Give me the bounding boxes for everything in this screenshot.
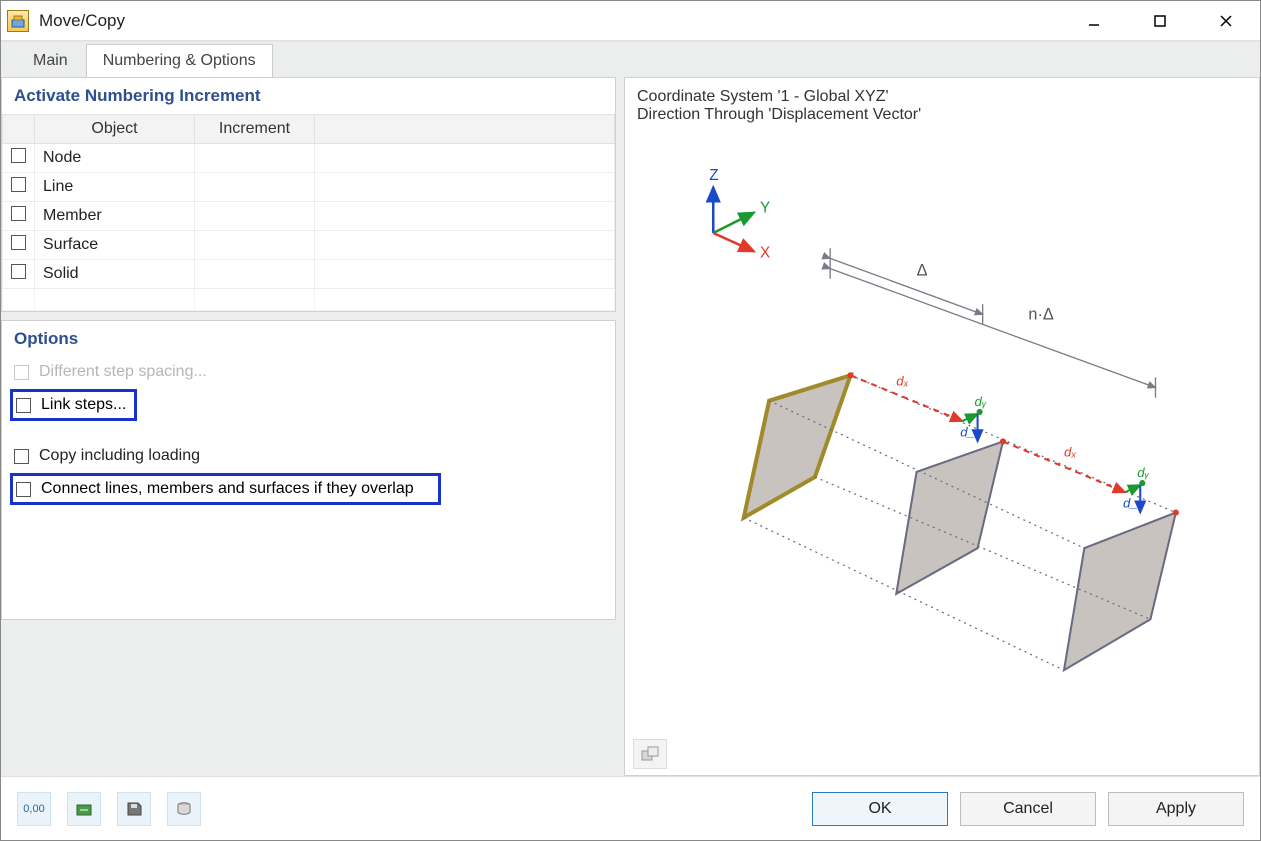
table-row: Member bbox=[3, 202, 615, 231]
shape-original bbox=[744, 375, 851, 517]
svg-text:dₓ: dₓ bbox=[1064, 445, 1076, 460]
app-icon bbox=[7, 10, 29, 32]
table-row-empty bbox=[3, 289, 615, 311]
coordinate-system-label: Coordinate System '1 - Global XYZ' bbox=[637, 88, 1247, 106]
numbering-title: Activate Numbering Increment bbox=[2, 78, 615, 114]
option-label: Connect lines, members and surfaces if t… bbox=[41, 480, 414, 498]
options-title: Options bbox=[2, 321, 615, 357]
checkbox-node[interactable] bbox=[11, 148, 26, 163]
minimize-button[interactable] bbox=[1072, 6, 1116, 36]
table-row: Solid bbox=[3, 260, 615, 289]
left-column: Activate Numbering Increment Object Incr… bbox=[1, 77, 616, 776]
options-panel: Options Different step spacing... Link s… bbox=[1, 320, 616, 620]
col-object: Object bbox=[35, 115, 195, 144]
svg-text:dᵧ: dᵧ bbox=[975, 394, 987, 409]
decimal-places-button[interactable]: 0,00 bbox=[17, 792, 51, 826]
tab-main[interactable]: Main bbox=[17, 45, 84, 77]
option-connect-overlap-highlight: Connect lines, members and surfaces if t… bbox=[10, 473, 441, 505]
tab-numbering-options[interactable]: Numbering & Options bbox=[86, 44, 273, 77]
table-row: Node bbox=[3, 144, 615, 173]
col-checkbox bbox=[3, 115, 35, 144]
cancel-button[interactable]: Cancel bbox=[960, 792, 1096, 826]
checkbox-different-step bbox=[14, 365, 29, 380]
save-icon-button[interactable] bbox=[117, 792, 151, 826]
checkbox-solid[interactable] bbox=[11, 264, 26, 279]
svg-text:dₓ: dₓ bbox=[896, 374, 908, 389]
cell-object[interactable]: Surface bbox=[35, 231, 195, 260]
checkbox-connect-overlap[interactable] bbox=[16, 482, 31, 497]
svg-text:d_z: d_z bbox=[960, 424, 982, 439]
table-row: Surface bbox=[3, 231, 615, 260]
units-button[interactable] bbox=[67, 792, 101, 826]
coordinate-triad-icon: Z Y X bbox=[709, 167, 770, 261]
preview-panel: Coordinate System '1 - Global XYZ' Direc… bbox=[624, 77, 1260, 776]
cell-object[interactable]: Node bbox=[35, 144, 195, 173]
apply-button[interactable]: Apply bbox=[1108, 792, 1244, 826]
titlebar: Move/Copy bbox=[1, 1, 1260, 41]
svg-text:X: X bbox=[760, 244, 770, 261]
checkbox-member[interactable] bbox=[11, 206, 26, 221]
option-label: Link steps... bbox=[41, 396, 126, 414]
svg-text:n·Δ: n·Δ bbox=[1028, 305, 1053, 323]
preview-tool-button[interactable] bbox=[633, 739, 667, 769]
checkbox-link-steps[interactable] bbox=[16, 398, 31, 413]
checkbox-surface[interactable] bbox=[11, 235, 26, 250]
svg-text:Y: Y bbox=[760, 200, 770, 217]
table-row: Line bbox=[3, 173, 615, 202]
option-label: Copy including loading bbox=[39, 447, 200, 465]
cell-increment[interactable] bbox=[195, 231, 315, 260]
option-copy-including-loading: Copy including loading bbox=[2, 441, 615, 471]
col-increment: Increment bbox=[195, 115, 315, 144]
option-link-steps-highlight: Link steps... bbox=[10, 389, 137, 421]
svg-text:Δ: Δ bbox=[917, 262, 928, 280]
numbering-table: Object Increment Node bbox=[2, 114, 615, 311]
checkbox-line[interactable] bbox=[11, 177, 26, 192]
cell-increment[interactable] bbox=[195, 173, 315, 202]
option-label: Different step spacing... bbox=[39, 363, 207, 381]
dialog-body: Activate Numbering Increment Object Incr… bbox=[1, 77, 1260, 776]
window-title: Move/Copy bbox=[39, 11, 1072, 31]
checkbox-copy-loading[interactable] bbox=[14, 449, 29, 464]
tab-bar: Main Numbering & Options bbox=[1, 41, 1260, 77]
cell-increment[interactable] bbox=[195, 202, 315, 231]
dialog-window: Move/Copy Main Numbering & Options Activ… bbox=[0, 0, 1261, 841]
cell-object[interactable]: Solid bbox=[35, 260, 195, 289]
svg-text:Z: Z bbox=[709, 167, 718, 184]
ok-button[interactable]: OK bbox=[812, 792, 948, 826]
col-spacer bbox=[315, 115, 615, 144]
close-button[interactable] bbox=[1204, 6, 1248, 36]
numbering-panel: Activate Numbering Increment Object Incr… bbox=[1, 77, 616, 312]
dialog-footer: 0,00 OK Cancel Apply bbox=[1, 776, 1260, 840]
direction-label: Direction Through 'Displacement Vector' bbox=[637, 106, 1247, 124]
svg-text:dᵧ: dᵧ bbox=[1137, 465, 1149, 480]
preview-diagram: Z Y X Δ n·Δ bbox=[637, 124, 1247, 769]
cell-increment[interactable] bbox=[195, 260, 315, 289]
maximize-button[interactable] bbox=[1138, 6, 1182, 36]
cell-object[interactable]: Member bbox=[35, 202, 195, 231]
option-different-step-spacing: Different step spacing... bbox=[2, 357, 615, 387]
svg-text:d_z: d_z bbox=[1123, 496, 1145, 511]
cell-increment[interactable] bbox=[195, 144, 315, 173]
database-icon-button[interactable] bbox=[167, 792, 201, 826]
cell-object[interactable]: Line bbox=[35, 173, 195, 202]
shape-copy-2 bbox=[1064, 513, 1176, 671]
